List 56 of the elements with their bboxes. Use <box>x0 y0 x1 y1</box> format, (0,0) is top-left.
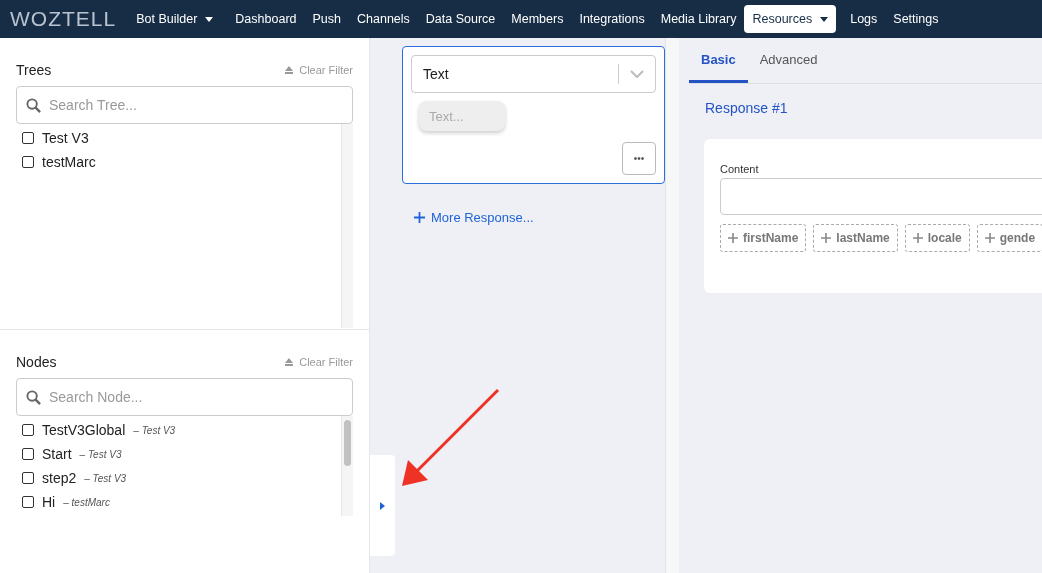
tree-name: – Test V3 <box>79 448 122 460</box>
list-item-label[interactable]: testMarc <box>42 154 96 170</box>
nav-item[interactable]: Media Library <box>652 5 745 33</box>
more-button[interactable]: ••• <box>622 142 656 175</box>
nav-item[interactable]: Data Source <box>417 5 504 33</box>
nav-item[interactable]: Members <box>503 5 572 33</box>
search-icon <box>26 98 41 113</box>
variable-chip[interactable]: lastName <box>813 224 898 252</box>
list-item-label[interactable]: step2 <box>42 470 77 486</box>
tree-name: – Test V3 <box>84 472 127 484</box>
nav-item[interactable]: Resources <box>744 5 837 33</box>
content-field[interactable] <box>720 178 1042 215</box>
checkbox[interactable] <box>22 156 34 168</box>
checkbox[interactable] <box>22 132 34 144</box>
search-field[interactable]: Search Node... <box>16 378 353 416</box>
plus-icon <box>728 233 738 243</box>
type-select[interactable]: Text <box>411 55 656 93</box>
search-icon <box>26 390 41 405</box>
plus-icon <box>414 212 425 223</box>
eraser-icon <box>284 66 295 74</box>
logo: WOZTELL <box>10 7 117 31</box>
tab[interactable]: Basic <box>689 52 748 83</box>
list-item-label[interactable]: Test V3 <box>42 130 89 146</box>
nav-item[interactable]: Logs <box>842 5 886 33</box>
nav-item[interactable]: Push <box>304 5 349 33</box>
search-field[interactable]: Search Tree... <box>16 86 353 124</box>
section-title: Trees <box>16 62 52 78</box>
nav-item[interactable]: Integrations <box>571 5 653 33</box>
play-icon <box>380 501 385 510</box>
checkbox[interactable] <box>22 496 34 508</box>
list-item-label[interactable]: Hi <box>42 494 56 510</box>
plus-icon <box>821 233 832 243</box>
checkbox[interactable] <box>22 472 34 484</box>
plus-icon <box>912 233 923 243</box>
list-item-label[interactable]: Start <box>42 446 72 462</box>
section-title: Nodes <box>16 354 57 370</box>
more-response-link[interactable]: More Response... <box>414 210 665 225</box>
chevron-down-icon <box>630 70 644 78</box>
nav-item[interactable]: Bot Builder <box>128 5 222 33</box>
variable-chip[interactable]: gende <box>976 224 1042 252</box>
list-item-label[interactable]: TestV3Global <box>42 422 126 438</box>
checkbox[interactable] <box>22 424 34 436</box>
tab[interactable]: Advanced <box>747 52 830 83</box>
tree-name: – Test V3 <box>133 424 176 436</box>
checkbox[interactable] <box>22 448 34 460</box>
response-title: Response #1 <box>705 100 789 116</box>
nav-item[interactable]: Dashboard <box>227 5 305 33</box>
plus-icon <box>984 233 995 243</box>
variable-chip[interactable]: firstName <box>720 224 807 252</box>
variable-chip[interactable]: locale <box>904 224 970 252</box>
tree-name: – testMarc <box>63 496 110 508</box>
field-label: Content <box>720 163 760 175</box>
nav-item[interactable]: Settings <box>885 5 947 33</box>
nav-item[interactable]: Channels <box>349 5 418 33</box>
response-card[interactable]: Text Text... ••• <box>402 46 665 184</box>
eraser-icon <box>284 358 295 366</box>
